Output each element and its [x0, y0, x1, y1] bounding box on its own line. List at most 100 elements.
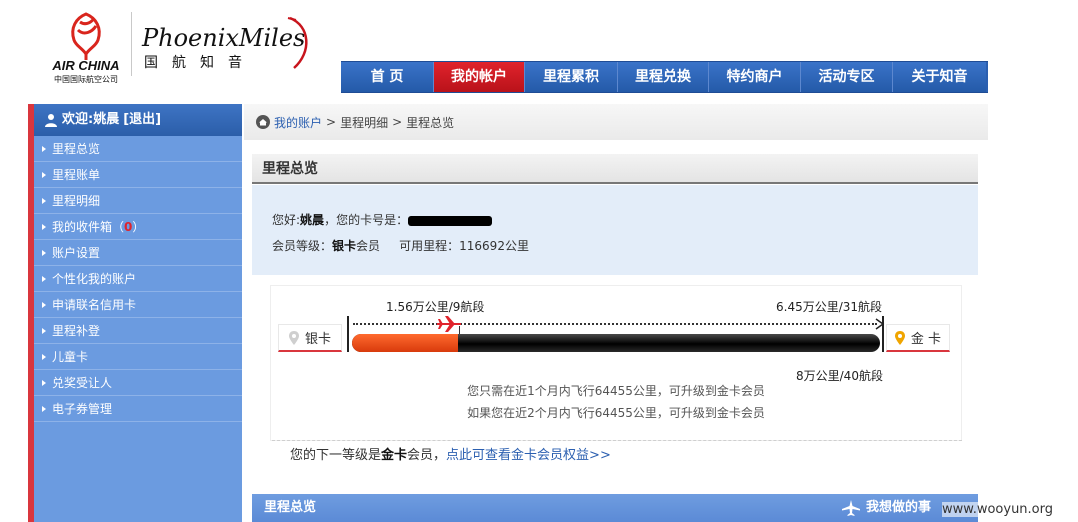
flight-path-line	[353, 323, 877, 325]
nav-redeem-miles[interactable]: 里程兑换	[618, 62, 709, 92]
upgrade-hint-1: 您只需在近1个月内飞行64455公里，可升级到金卡会员	[467, 384, 765, 398]
arrow-right-icon	[42, 405, 46, 412]
current-progress-label: 1.56万公里/9航段	[386, 300, 485, 314]
next-level-prefix: 您的下一等级是	[290, 448, 382, 463]
sidebar-item-miles-statement[interactable]: 里程账单	[34, 162, 242, 188]
sidebar-item-label: 兑奖受让人	[52, 375, 113, 390]
breadcrumb-my-account[interactable]: 我的账户	[274, 114, 322, 131]
arrow-right-icon	[42, 197, 46, 204]
card-number-redacted	[408, 215, 493, 226]
sidebar-header: 欢迎:姚晨 [退出]	[34, 104, 242, 136]
arrow-right-icon	[42, 353, 46, 360]
sidebar-item-label: 电子券管理	[52, 401, 113, 416]
sidebar-item-label: 里程补登	[52, 323, 101, 338]
user-icon	[45, 114, 57, 127]
breadcrumb-separator: >	[392, 115, 403, 129]
next-level-line: 您的下一等级是金卡会员，点此可查看金卡会员权益>>	[290, 444, 611, 463]
swoosh-icon	[287, 16, 308, 69]
map-pin-icon	[894, 330, 905, 345]
tier-progress-fill	[352, 334, 458, 352]
tier-progress-bar	[352, 334, 880, 352]
main-nav: 首 页 我的帐户 里程累积 里程兑换 特约商户 活动专区 关于知音	[341, 61, 988, 93]
arrow-right-icon	[42, 275, 46, 282]
next-level-value: 金卡	[381, 448, 408, 463]
progress-start-edge	[347, 316, 349, 352]
phoenixmiles-logo[interactable]: PhoenixMiles 国航知音	[136, 12, 316, 72]
sidebar-item-award-transferee[interactable]: 兑奖受让人	[34, 370, 242, 396]
gold-benefits-link[interactable]: 点此可查看金卡会员权益>>	[446, 448, 611, 463]
what-i-want-to-do-label: 我想做的事	[866, 500, 932, 515]
sidebar-item-label: 里程账单	[52, 167, 101, 182]
silver-card-tag: 银卡	[278, 324, 342, 352]
sidebar-item-label: 里程总览	[52, 141, 101, 156]
level-value: 银卡	[332, 239, 357, 253]
sidebar-item-credit-card[interactable]: 申请联名信用卡	[34, 292, 242, 318]
miles-label: 可用里程：	[399, 239, 460, 253]
breadcrumb-miles-detail[interactable]: 里程明细	[340, 114, 388, 131]
map-pin-icon	[288, 330, 299, 345]
progress-tick	[459, 326, 460, 334]
arrow-right-icon	[875, 318, 885, 330]
level-suffix: 会员	[356, 239, 381, 253]
level-label: 会员等级：	[272, 239, 333, 253]
sidebar-item-account-settings[interactable]: 账户设置	[34, 240, 242, 266]
sidebar-item-child-card[interactable]: 儿童卡	[34, 344, 242, 370]
phoenixmiles-subtitle: 国航知音	[144, 55, 256, 71]
greeting-prefix: 您好:	[272, 213, 301, 227]
sidebar-item-label: 个性化我的账户	[52, 271, 137, 286]
sidebar: 欢迎:姚晨 [退出] 里程总览 里程账单 里程明细 我的收件箱（0） 账户设置 …	[34, 104, 242, 522]
sidebar-item-inbox[interactable]: 我的收件箱（0）	[34, 214, 242, 240]
page: AIR CHINA 中国国际航空公司 PhoenixMiles 国航知音 首 页…	[0, 0, 1078, 522]
arrow-right-icon	[42, 327, 46, 334]
sidebar-item-personalize[interactable]: 个性化我的账户	[34, 266, 242, 292]
arrow-right-icon	[42, 171, 46, 178]
airchina-cn-text: 中国国际航空公司	[54, 74, 118, 84]
arrow-right-icon	[42, 223, 46, 230]
airplane-icon	[842, 500, 860, 516]
miles-value: 116692公里	[459, 239, 529, 253]
breadcrumb-separator: >	[326, 115, 337, 129]
sidebar-item-label: 账户设置	[52, 245, 101, 260]
what-i-want-to-do-button[interactable]: 我想做的事	[842, 494, 931, 522]
silver-card-label: 银卡	[304, 332, 331, 347]
card-number-label: ，您的卡号是：	[324, 213, 409, 227]
sidebar-item-label: 申请联名信用卡	[52, 297, 137, 312]
member-info-box: 您好:姚晨，您的卡号是： 会员等级：银卡会员 可用里程：116692公里	[252, 185, 978, 275]
dashed-divider	[272, 440, 962, 441]
sidebar-item-label: 里程明细	[52, 193, 101, 208]
member-name: 姚晨	[300, 213, 325, 227]
logout-link[interactable]: [退出]	[123, 104, 161, 136]
nav-about[interactable]: 关于知音	[893, 62, 986, 92]
phoenixmiles-title: PhoenixMiles	[142, 24, 306, 52]
airchina-logo[interactable]: AIR CHINA 中国国际航空公司	[46, 8, 126, 84]
level-line: 会员等级：银卡会员 可用里程：116692公里	[272, 233, 978, 259]
welcome-text: 欢迎:姚晨	[62, 112, 120, 127]
arrow-right-icon	[42, 249, 46, 256]
next-threshold-label: 6.45万公里/31航段	[776, 300, 883, 314]
airchina-en-text: AIR CHINA	[51, 58, 119, 73]
sidebar-item-evoucher[interactable]: 电子券管理	[34, 396, 242, 422]
gold-card-label: 金 卡	[910, 332, 942, 347]
watermark-text: www.wooyun.org	[942, 502, 1054, 517]
gold-card-tag: 金 卡	[886, 324, 950, 352]
breadcrumb-current: 里程总览	[406, 115, 455, 130]
sidebar-item-miles-detail[interactable]: 里程明细	[34, 188, 242, 214]
nav-earn-miles[interactable]: 里程累积	[525, 62, 618, 92]
nav-my-account[interactable]: 我的帐户	[434, 62, 525, 92]
upgrade-hint-2: 如果您在近2个月内飞行64455公里，可升级到金卡会员	[467, 406, 765, 420]
arrow-right-icon	[42, 379, 46, 386]
home-icon[interactable]	[256, 115, 270, 129]
nav-promotions[interactable]: 活动专区	[801, 62, 893, 92]
arrow-right-icon	[42, 145, 46, 152]
nav-partners[interactable]: 特约商户	[709, 62, 801, 92]
arrow-right-icon	[42, 301, 46, 308]
section-title: 里程总览	[252, 154, 978, 184]
sidebar-item-miles-claim[interactable]: 里程补登	[34, 318, 242, 344]
breadcrumb: 我的账户 > 里程明细 > 里程总览	[244, 104, 988, 140]
logo-divider	[131, 12, 132, 76]
sidebar-item-label: 儿童卡	[52, 349, 89, 364]
progress-end-edge	[882, 316, 884, 352]
phoenix-emblem-icon: AIR CHINA 中国国际航空公司	[51, 12, 120, 84]
nav-home[interactable]: 首 页	[341, 62, 434, 92]
sidebar-item-miles-overview[interactable]: 里程总览	[34, 136, 242, 162]
